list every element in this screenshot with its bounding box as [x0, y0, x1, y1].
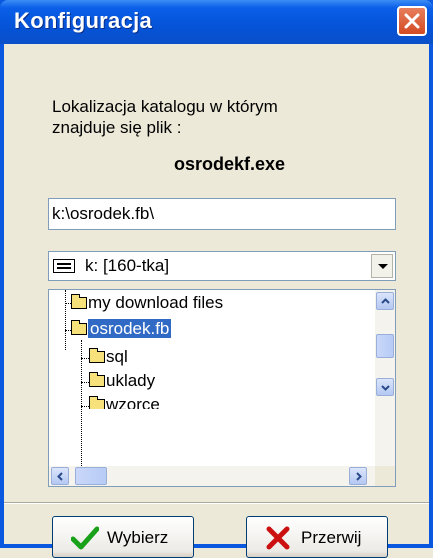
- drive-selected-value: k: [160-tka]: [85, 256, 170, 275]
- tree-item-label: uklady: [106, 371, 156, 390]
- vertical-scroll-thumb[interactable]: [376, 334, 394, 358]
- tree-item-selected[interactable]: osrodek.fb: [71, 319, 172, 341]
- tree-item-label: sql: [106, 347, 128, 366]
- tree-item[interactable]: uklady: [89, 371, 155, 393]
- tree-item[interactable]: wzorce: [89, 395, 160, 409]
- tree-item[interactable]: sql: [89, 347, 128, 369]
- folder-tree[interactable]: my download files osrodek.fb sql uklady …: [48, 289, 396, 487]
- cancel-button[interactable]: Przerwij: [246, 516, 388, 558]
- scroll-left-button[interactable]: [51, 467, 69, 485]
- vertical-scrollbar[interactable]: [375, 290, 395, 466]
- window-title: Konfiguracja: [14, 8, 153, 33]
- ok-button[interactable]: Wybierz: [52, 516, 194, 558]
- dialog-window: Konfiguracja Lokalizacja katalogu w któr…: [0, 0, 433, 558]
- tree-line: [65, 290, 66, 350]
- title-bar[interactable]: Konfiguracja: [0, 0, 433, 44]
- folder-icon: [89, 396, 105, 409]
- scroll-corner: [375, 466, 395, 486]
- scroll-up-button[interactable]: [376, 292, 394, 310]
- path-input[interactable]: [48, 198, 396, 230]
- tree-item-label: osrodek.fb: [88, 319, 172, 338]
- open-folder-icon: [71, 320, 87, 335]
- location-label-line2: znajduje się plik :: [52, 118, 182, 137]
- arrow-up-icon: [381, 298, 390, 304]
- close-button[interactable]: [397, 6, 427, 36]
- arrow-down-icon: [381, 385, 390, 391]
- divider: [4, 502, 429, 504]
- close-icon: [404, 13, 420, 29]
- ok-button-label: Wybierz: [107, 528, 169, 547]
- horizontal-scrollbar[interactable]: [49, 466, 375, 486]
- arrow-right-icon: [356, 472, 362, 481]
- folder-icon: [89, 348, 105, 363]
- scroll-right-button[interactable]: [349, 467, 367, 485]
- folder-icon: [71, 294, 87, 309]
- tree-item[interactable]: my download files: [71, 293, 223, 315]
- scroll-down-button[interactable]: [376, 378, 394, 396]
- target-filename: osrodekf.exe: [174, 154, 286, 174]
- location-label: Lokalizacja katalogu w którym znajduje s…: [52, 96, 278, 138]
- drive-select[interactable]: k: [160-tka]: [48, 251, 396, 281]
- dialog-client: Lokalizacja katalogu w którym znajduje s…: [4, 44, 429, 558]
- cancel-button-label: Przerwij: [301, 528, 362, 547]
- folder-icon: [89, 372, 105, 387]
- tree-line: [81, 340, 82, 480]
- chevron-down-icon[interactable]: [371, 254, 393, 278]
- location-label-line1: Lokalizacja katalogu w którym: [52, 97, 278, 116]
- arrow-left-icon: [57, 472, 63, 481]
- tree-item-label: wzorce: [106, 395, 160, 409]
- tree-item-label: my download files: [88, 293, 224, 312]
- x-icon: [266, 526, 290, 550]
- drive-icon: [53, 259, 75, 273]
- horizontal-scroll-thumb[interactable]: [75, 467, 107, 485]
- checkmark-icon: [71, 526, 99, 550]
